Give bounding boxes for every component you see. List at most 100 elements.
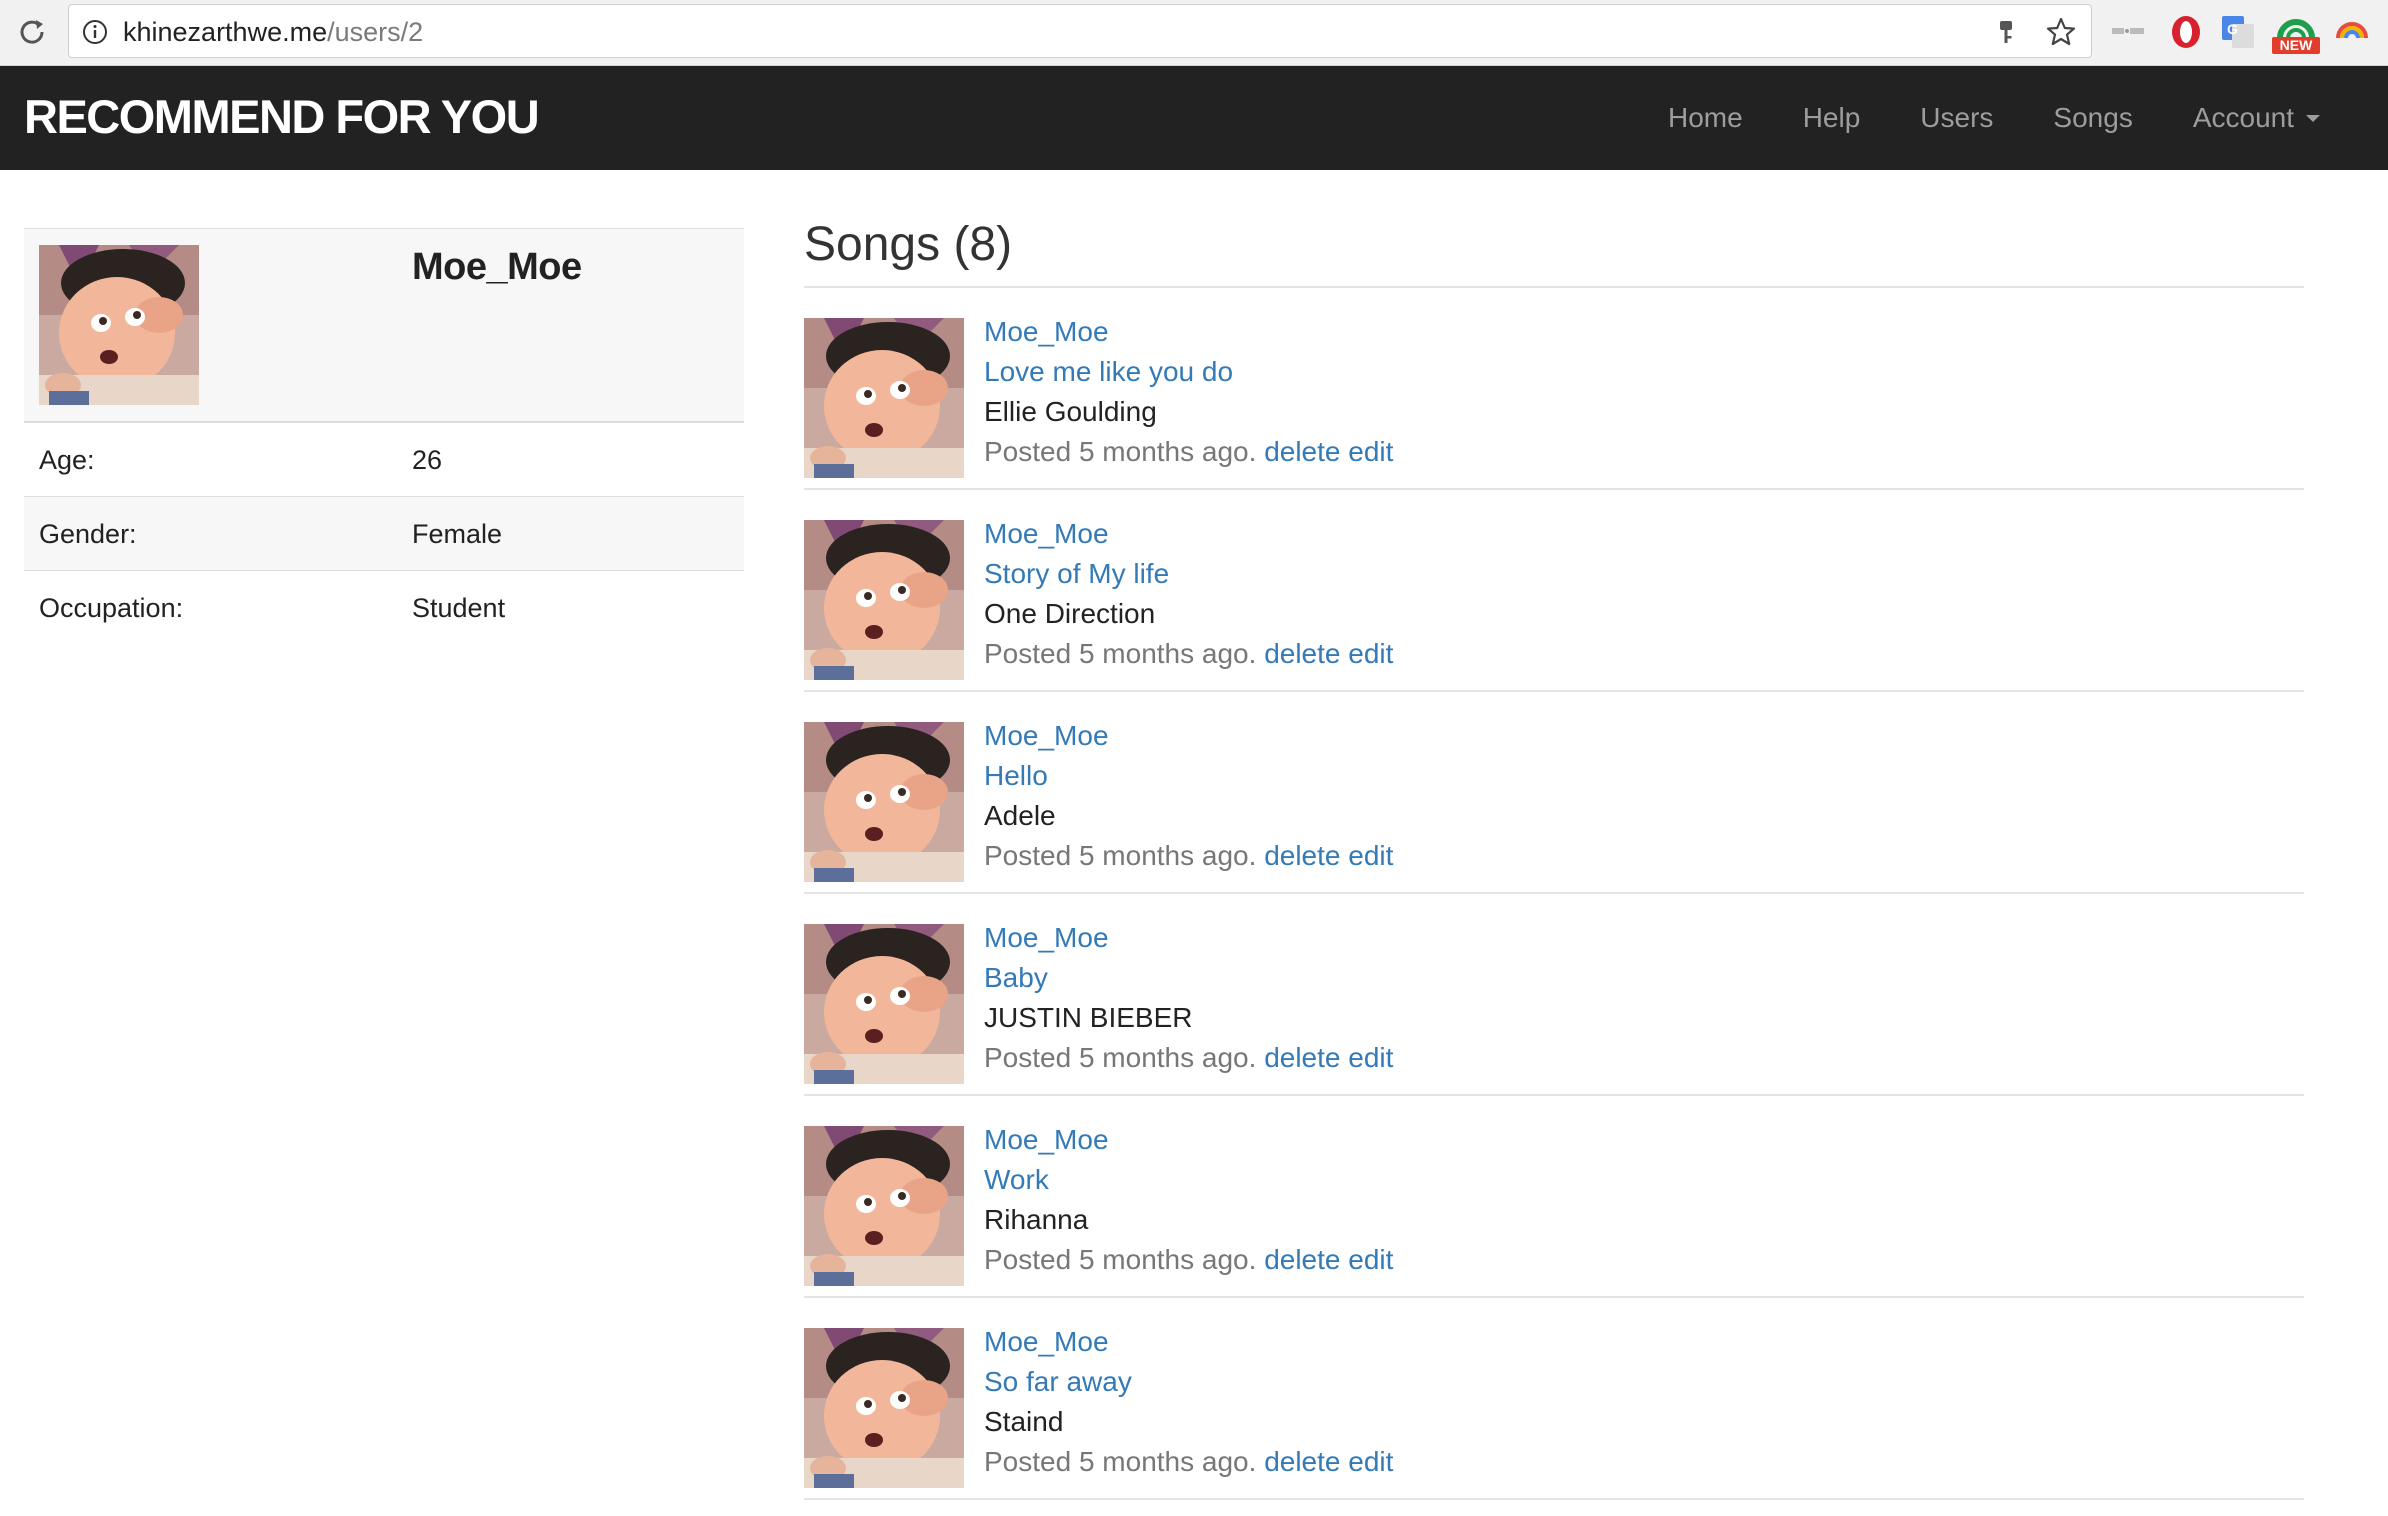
nav-home[interactable]: Home [1668, 102, 1743, 134]
user-profile-panel: Moe_Moe Age: 26 Gender: Female Occupatio… [24, 228, 744, 645]
song-artist: JUSTIN BIEBER [984, 1002, 1193, 1033]
song-timestamp: Posted 5 months ago. [984, 436, 1257, 467]
song-user-link[interactable]: Moe_Moe [984, 1124, 1109, 1155]
arc-icon [2277, 19, 2315, 39]
edit-link[interactable]: edit [1348, 1244, 1393, 1275]
song-artist: Rihanna [984, 1204, 1089, 1235]
address-bar[interactable]: khinezarthwe.me/users/2 [68, 4, 2092, 58]
attribute-value: Student [412, 593, 506, 623]
delete-link[interactable]: delete [1264, 638, 1340, 669]
song-user-avatar[interactable] [804, 1328, 964, 1488]
song-details: Moe_Moe Work Rihanna Posted 5 months ago… [984, 1120, 1393, 1280]
song-user-avatar[interactable] [804, 722, 964, 882]
song-artist: Staind [984, 1406, 1064, 1437]
delete-link[interactable]: delete [1264, 436, 1340, 467]
song-user-link[interactable]: Moe_Moe [984, 1326, 1109, 1357]
opera-icon[interactable] [2166, 12, 2206, 52]
song-item: Moe_Moe Baby JUSTIN BIEBER Posted 5 mont… [804, 894, 2304, 1096]
profile-username: Moe_Moe [412, 246, 582, 288]
url-path: /users/2 [327, 17, 424, 47]
nav-account-dropdown[interactable]: Account [2193, 102, 2320, 134]
song-title-link[interactable]: Story of My life [984, 558, 1169, 589]
edit-link[interactable]: edit [1348, 1446, 1393, 1477]
songs-section: Songs (8) Moe_Moe Love me like you do El… [804, 218, 2304, 1500]
svg-text:G: G [2227, 21, 2238, 37]
attribute-label: Gender: [39, 519, 137, 549]
song-user-avatar[interactable] [804, 924, 964, 1084]
edit-link[interactable]: edit [1348, 1042, 1393, 1073]
key-icon[interactable] [1993, 18, 2021, 46]
song-item: Moe_Moe Love me like you do Ellie Gouldi… [804, 288, 2304, 490]
song-user-avatar[interactable] [804, 318, 964, 478]
song-user-link[interactable]: Moe_Moe [984, 518, 1109, 549]
song-user-link[interactable]: Moe_Moe [984, 316, 1109, 347]
song-details: Moe_Moe Hello Adele Posted 5 months ago.… [984, 716, 1393, 876]
song-artist: Adele [984, 800, 1056, 831]
song-title-link[interactable]: Hello [984, 760, 1048, 791]
song-user-link[interactable]: Moe_Moe [984, 720, 1109, 751]
song-item: Moe_Moe Story of My life One Direction P… [804, 490, 2304, 692]
nav-help[interactable]: Help [1803, 102, 1861, 134]
nav-help-label: Help [1802, 102, 1861, 133]
rainbow-extension-icon[interactable] [2332, 12, 2372, 52]
song-artist: One Direction [984, 598, 1156, 629]
song-details: Moe_Moe Baby JUSTIN BIEBER Posted 5 mont… [984, 918, 1393, 1078]
song-timestamp: Posted 5 months ago. [984, 1244, 1257, 1275]
delete-link[interactable]: delete [1264, 1446, 1340, 1477]
songs-heading: Songs (8) [804, 218, 2304, 288]
nav-users-label: Users [1920, 102, 1994, 133]
nav-users[interactable]: Users [1920, 102, 1993, 134]
profile-header: Moe_Moe [24, 228, 744, 423]
new-extension-icon[interactable]: NEW [2272, 10, 2320, 54]
song-details: Moe_Moe Story of My life One Direction P… [984, 514, 1393, 674]
profile-row-gender: Gender: Female [24, 497, 744, 571]
info-icon[interactable] [81, 18, 109, 46]
nav-songs-label: Songs [2053, 102, 2133, 133]
delete-link[interactable]: delete [1264, 840, 1340, 871]
edit-link[interactable]: edit [1348, 436, 1393, 467]
url-host: khinezarthwe.me [123, 17, 328, 47]
song-timestamp: Posted 5 months ago. [984, 1446, 1257, 1477]
attribute-value: 26 [412, 445, 443, 475]
song-title-link[interactable]: So far away [984, 1366, 1132, 1397]
song-title-link[interactable]: Love me like you do [984, 356, 1233, 387]
star-icon[interactable] [2045, 16, 2077, 48]
song-user-avatar[interactable] [804, 520, 964, 680]
avatar [39, 245, 199, 405]
song-item: Moe_Moe So far away Staind Posted 5 mont… [804, 1298, 2304, 1500]
google-translate-icon[interactable]: G [2218, 12, 2258, 52]
edit-link[interactable]: edit [1348, 840, 1393, 871]
song-timestamp: Posted 5 months ago. [984, 1042, 1257, 1073]
profile-row-occupation: Occupation: Student [24, 571, 744, 645]
nav-account-label: Account [2192, 102, 2294, 133]
new-badge: NEW [2272, 37, 2320, 54]
attribute-value: Female [412, 519, 503, 549]
song-item: Moe_Moe Hello Adele Posted 5 months ago.… [804, 692, 2304, 894]
song-details: Moe_Moe So far away Staind Posted 5 mont… [984, 1322, 1393, 1482]
song-user-avatar[interactable] [804, 1126, 964, 1286]
caret-down-icon [2306, 114, 2320, 122]
song-title-link[interactable]: Work [984, 1164, 1049, 1195]
extension-icon[interactable] [2108, 12, 2148, 52]
nav-songs[interactable]: Songs [2053, 102, 2132, 134]
song-item: Moe_Moe Work Rihanna Posted 5 months ago… [804, 1096, 2304, 1298]
attribute-label: Occupation: [39, 593, 184, 623]
reload-icon[interactable] [14, 14, 50, 50]
delete-link[interactable]: delete [1264, 1244, 1340, 1275]
profile-row-age: Age: 26 [24, 423, 744, 497]
url-text[interactable]: khinezarthwe.me/users/2 [123, 17, 423, 47]
delete-link[interactable]: delete [1264, 1042, 1340, 1073]
attribute-label: Age: [39, 445, 95, 475]
song-details: Moe_Moe Love me like you do Ellie Gouldi… [984, 312, 1393, 472]
site-navbar: RECOMMEND FOR YOU Home Help Users Songs … [0, 66, 2388, 170]
edit-link[interactable]: edit [1348, 638, 1393, 669]
song-timestamp: Posted 5 months ago. [984, 638, 1257, 669]
brand-logo[interactable]: RECOMMEND FOR YOU [24, 90, 540, 144]
song-title-link[interactable]: Baby [984, 962, 1048, 993]
song-artist: Ellie Goulding [984, 396, 1157, 427]
browser-toolbar: khinezarthwe.me/users/2 G NEW [0, 0, 2388, 66]
song-user-link[interactable]: Moe_Moe [984, 922, 1109, 953]
nav-home-label: Home [1668, 102, 1743, 133]
song-timestamp: Posted 5 months ago. [984, 840, 1257, 871]
nav-menu: Home Help Users Songs Account [1608, 66, 2320, 170]
